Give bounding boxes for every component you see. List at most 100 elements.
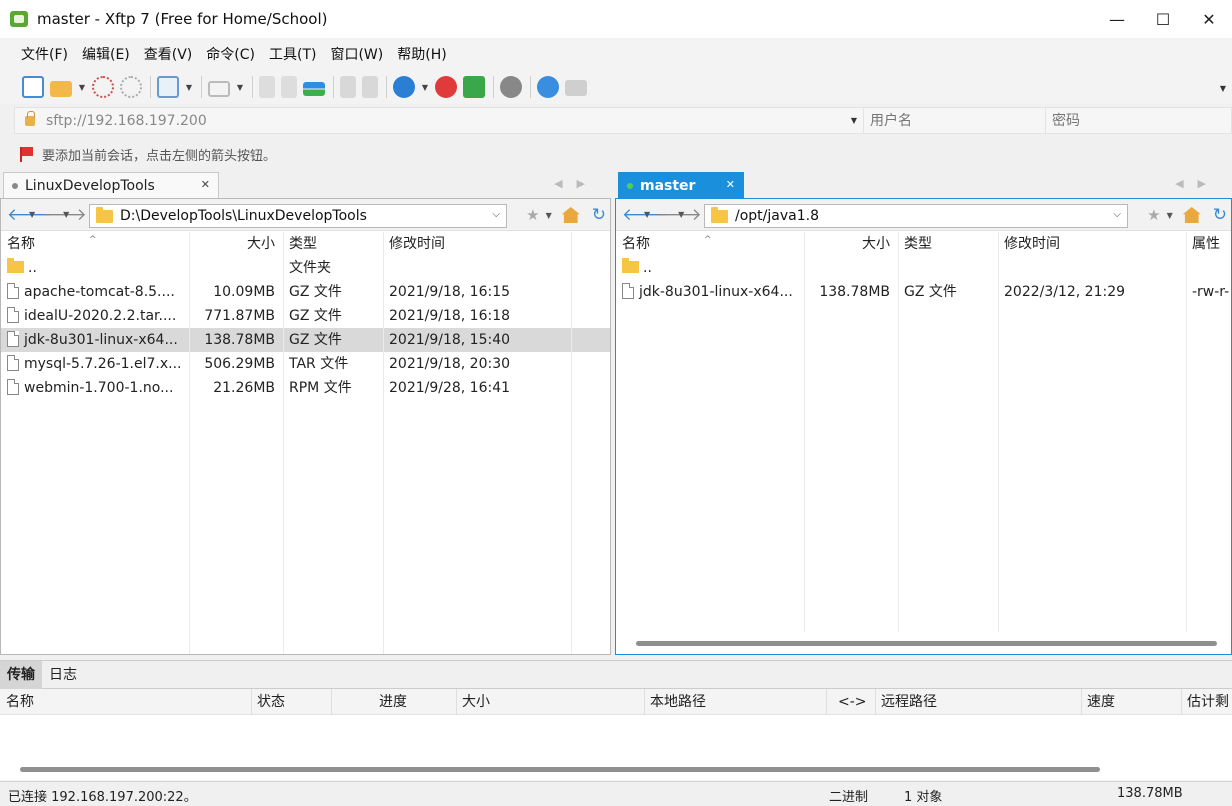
- paste-icon[interactable]: [362, 76, 378, 98]
- col-remote-path[interactable]: 远程路径: [875, 689, 937, 715]
- tab-close-icon[interactable]: ✕: [201, 178, 210, 191]
- menu-window[interactable]: 窗口(W): [323, 44, 390, 64]
- forward-arrow-icon[interactable]: 🡒: [41, 206, 87, 223]
- globe-icon[interactable]: [393, 76, 415, 98]
- transfer-horizontal-scrollbar[interactable]: [20, 767, 1100, 772]
- globe-dropdown-icon[interactable]: ▼: [421, 83, 429, 92]
- tab-log[interactable]: 日志: [42, 661, 84, 689]
- new-session-icon[interactable]: [22, 76, 44, 98]
- forward-dropdown-icon[interactable]: ▼: [678, 210, 684, 219]
- reconnect-icon[interactable]: [120, 76, 142, 98]
- back-arrow-icon[interactable]: 🡐: [622, 206, 668, 223]
- local-path-input[interactable]: [120, 208, 480, 224]
- col-size[interactable]: 大小: [189, 232, 283, 256]
- help-icon[interactable]: [537, 76, 559, 98]
- close-button[interactable]: ✕: [1186, 0, 1232, 38]
- list-item[interactable]: apache-tomcat-8.5.... 10.09MB GZ 文件 2021…: [1, 280, 610, 304]
- properties-dropdown-icon[interactable]: ▼: [185, 83, 193, 92]
- col-type[interactable]: 类型: [898, 232, 998, 256]
- sync-arrows-icon[interactable]: [303, 82, 325, 96]
- download-icon[interactable]: [281, 76, 297, 98]
- col-local-path[interactable]: 本地路径: [644, 689, 706, 715]
- menu-command[interactable]: 命令(C): [199, 44, 262, 64]
- username-input[interactable]: [864, 108, 1045, 133]
- col-eta[interactable]: 估计剩: [1181, 689, 1229, 715]
- refresh-icon[interactable]: ↻: [1213, 205, 1227, 225]
- toolbar-overflow-icon[interactable]: ▼: [1220, 84, 1226, 93]
- col-speed[interactable]: 速度: [1081, 689, 1115, 715]
- back-dropdown-icon[interactable]: ▼: [29, 210, 35, 219]
- host-input[interactable]: [46, 112, 826, 129]
- favorites-dropdown-icon[interactable]: ▼: [546, 211, 552, 220]
- col-attributes[interactable]: 属性: [1186, 232, 1231, 256]
- terminal-icon[interactable]: [208, 81, 230, 97]
- list-item[interactable]: jdk-8u301-linux-x64... 138.78MB GZ 文件 20…: [616, 280, 1231, 304]
- local-path-field[interactable]: ⌵: [89, 204, 507, 228]
- list-item-selected[interactable]: jdk-8u301-linux-x64... 138.78MB GZ 文件 20…: [1, 328, 610, 352]
- password-field[interactable]: [1046, 107, 1232, 134]
- favorites-star-icon[interactable]: ★: [1147, 206, 1160, 224]
- list-item[interactable]: webmin-1.700-1.no... 21.26MB RPM 文件 2021…: [1, 376, 610, 400]
- home-icon[interactable]: [561, 207, 580, 223]
- remote-horizontal-scrollbar[interactable]: [636, 641, 1217, 646]
- username-field[interactable]: [864, 107, 1046, 134]
- list-item[interactable]: idealU-2020.2.2.tar.... 771.87MB GZ 文件 2…: [1, 304, 610, 328]
- forward-arrow-icon[interactable]: 🡒: [656, 206, 702, 223]
- col-modified[interactable]: 修改时间: [383, 232, 571, 256]
- disconnect-icon[interactable]: [92, 76, 114, 98]
- xftp-icon[interactable]: [463, 76, 485, 98]
- tab-scroll-arrows-icon[interactable]: ◀▶: [554, 177, 599, 190]
- open-dropdown-icon[interactable]: ▼: [78, 83, 86, 92]
- tab-transfer[interactable]: 传输: [0, 660, 42, 689]
- back-arrow-icon[interactable]: 🡐: [7, 206, 53, 223]
- forward-dropdown-icon[interactable]: ▼: [63, 210, 69, 219]
- host-dropdown-icon[interactable]: ▼: [851, 116, 857, 125]
- home-icon[interactable]: [1182, 207, 1201, 223]
- password-input[interactable]: [1046, 108, 1231, 133]
- list-item[interactable]: .. 文件夹: [1, 256, 610, 280]
- copy-icon[interactable]: [340, 76, 356, 98]
- col-name[interactable]: 名称 ^: [1, 232, 189, 256]
- favorites-star-icon[interactable]: ★: [526, 206, 539, 224]
- col-modified[interactable]: 修改时间: [998, 232, 1186, 256]
- tab-scroll-arrows-icon[interactable]: ◀▶: [1175, 177, 1220, 190]
- minimize-button[interactable]: —: [1094, 0, 1140, 38]
- col-name[interactable]: 名称 ^: [616, 232, 804, 256]
- col-size[interactable]: 大小: [804, 232, 898, 256]
- properties-icon[interactable]: [157, 76, 179, 98]
- col-direction[interactable]: <->: [832, 689, 867, 715]
- maximize-button[interactable]: ☐: [1140, 0, 1186, 38]
- add-session-flag-icon[interactable]: [20, 146, 33, 162]
- col-status[interactable]: 状态: [251, 689, 285, 715]
- tab-close-icon[interactable]: ✕: [726, 178, 735, 191]
- local-file-list[interactable]: 名称 ^ 大小 类型 修改时间 .. 文件夹 apache-tomcat-8.5.…: [1, 232, 610, 654]
- remote-path-input[interactable]: [735, 208, 1095, 224]
- list-item[interactable]: mysql-5.7.26-1.el7.x... 506.29MB TAR 文件 …: [1, 352, 610, 376]
- path-dropdown-icon[interactable]: ⌵: [492, 209, 500, 220]
- chat-bubble-icon[interactable]: [565, 80, 587, 96]
- col-progress[interactable]: 进度: [373, 689, 407, 715]
- path-dropdown-icon[interactable]: ⌵: [1113, 209, 1121, 220]
- settings-gear-icon[interactable]: [500, 76, 522, 98]
- terminal-dropdown-icon[interactable]: ▼: [236, 83, 244, 92]
- back-dropdown-icon[interactable]: ▼: [644, 210, 650, 219]
- menu-help[interactable]: 帮助(H): [390, 44, 453, 64]
- upload-icon[interactable]: [259, 76, 275, 98]
- tab-remote[interactable]: master ✕: [618, 172, 744, 198]
- open-folder-icon[interactable]: [50, 81, 72, 97]
- refresh-icon[interactable]: ↻: [592, 205, 606, 225]
- menu-tools[interactable]: 工具(T): [262, 44, 323, 64]
- col-size[interactable]: 大小: [456, 689, 490, 715]
- remote-file-list[interactable]: 名称 ^ 大小 类型 修改时间 属性 .. jdk-8u301-linux-x64…: [616, 232, 1231, 654]
- xshell-icon[interactable]: [435, 76, 457, 98]
- host-field[interactable]: ▼: [14, 107, 864, 134]
- menu-view[interactable]: 查看(V): [137, 44, 200, 64]
- col-name[interactable]: 名称: [0, 689, 34, 715]
- menu-edit[interactable]: 编辑(E): [75, 44, 137, 64]
- remote-path-field[interactable]: ⌵: [704, 204, 1128, 228]
- tab-local[interactable]: LinuxDevelopTools ✕: [3, 172, 219, 198]
- favorites-dropdown-icon[interactable]: ▼: [1167, 211, 1173, 220]
- col-type[interactable]: 类型: [283, 232, 383, 256]
- menu-file[interactable]: 文件(F): [14, 44, 75, 64]
- list-item[interactable]: ..: [616, 256, 1231, 280]
